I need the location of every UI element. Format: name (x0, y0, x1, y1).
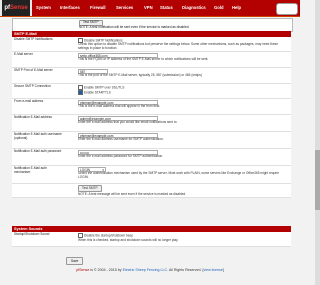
starttls-text: Enable STARTTLS (84, 90, 111, 95)
menu-vpn[interactable]: VPN (144, 0, 153, 16)
starttls-checkbox[interactable] (78, 90, 83, 96)
smtp-port-label: SMTP Port of E-Mail server (14, 68, 53, 72)
menu-gold[interactable]: Gold (214, 0, 224, 16)
footer-close: ] (222, 268, 224, 272)
row-smtp-port: SMTP Port of E-Mail server 587 This is t… (12, 68, 291, 84)
footer-rights: . All Rights Reserved. [ (167, 268, 204, 272)
email-server-desc: This is the FQDN or IP address of the SM… (78, 57, 209, 61)
menu-help[interactable]: Help (232, 0, 241, 16)
menu-interfaces[interactable]: Interfaces (60, 0, 80, 16)
main-menu: System Interfaces Firewall Services VPN … (32, 0, 300, 16)
menu-diagnostics[interactable]: Diagnostics (182, 0, 206, 16)
pfsense-logo[interactable]: pfSense (2, 0, 30, 16)
test-smtp-desc: NOTE: A test message will be sent even i… (78, 192, 187, 196)
row-startup-sound: Startup/Shutdown Sound Disable the start… (12, 232, 291, 247)
row-disable-smtp: Disable SMTP Notifications Disable SMTP … (12, 37, 291, 52)
auth-mechanism-value: LOGIN (80, 168, 90, 172)
menu-services[interactable]: Services (116, 0, 133, 16)
smtp-port-desc: This is the port of the SMTP E-Mail serv… (78, 73, 202, 77)
row-test-smtp: Test SMTP NOTE: A test message will be s… (12, 184, 291, 198)
row-email-server: E-Mail server smtp.office365.com This is… (12, 52, 291, 68)
notification-address-label: Notification E-Mail address (14, 115, 52, 119)
menu-status[interactable]: Status (160, 0, 173, 16)
host-badge (276, 3, 298, 15)
save-button[interactable]: Save (66, 257, 84, 265)
row-secure-smtp: Secure SMTP Connection Enable SMTP over … (12, 84, 291, 99)
auth-mechanism-label: Notification E-Mail auth mechanism (14, 166, 47, 174)
row-auth-username: Notification E-Mail auth username (optio… (12, 132, 291, 149)
footer-owner-link[interactable]: Electric Sheep Fencing LLC (123, 268, 168, 272)
chevron-down-icon: ▾ (102, 168, 104, 172)
footer: pfSense is © 2004 - 2015 by Electric She… (0, 268, 300, 272)
test-smtp-button[interactable]: Test SMTP (78, 185, 102, 192)
auth-username-desc: Enter the e-mail address username for SM… (78, 137, 164, 141)
row-auth-mechanism: Notification E-Mail auth mechanism LOGIN… (12, 166, 291, 184)
row-notification-address: Notification E-Mail address admin@exampl… (12, 115, 291, 132)
from-address-label: From e-mail address (14, 99, 44, 103)
startup-sound-label: Startup/Shutdown Sound (14, 232, 50, 236)
ssl-tls-text: Enable SMTP over SSL/TLS (84, 85, 125, 90)
disable-smtp-desc: Check this option to disable SMTP notifi… (78, 42, 278, 50)
row-auth-password: Notification E-Mail auth password ••••••… (12, 149, 291, 166)
notification-address-desc: Enter the e-mail address that you would … (78, 120, 178, 124)
row-from-address: From e-mail address pfsense@example.com … (12, 99, 291, 115)
auth-mechanism-select[interactable]: LOGIN ▾ (78, 167, 106, 172)
from-address-desc: This is the e-mail address that will app… (78, 104, 161, 108)
disable-beep-desc: When this is checked, startup and shutdo… (78, 238, 179, 242)
footer-brand[interactable]: pfSense (76, 268, 89, 272)
top-bar: pfSense System Interfaces Firewall Servi… (0, 0, 300, 17)
growl-test-panel: Test SMTP NOTE: A test notification will… (12, 18, 293, 32)
disable-smtp-label: Disable SMTP Notifications (14, 37, 53, 41)
auth-username-label: Notification E-Mail auth username (optio… (14, 132, 62, 140)
auth-password-label: Notification E-Mail auth password (14, 149, 62, 153)
footer-text: is © 2004 - 2015 by (89, 268, 123, 272)
email-server-label: E-Mail server (14, 52, 33, 56)
auth-password-desc: Enter the e-mail address password for SM… (78, 154, 164, 158)
growl-test-note: NOTE: A test notification will be sent e… (79, 24, 190, 29)
secure-smtp-label: Secure SMTP Connection (14, 84, 51, 88)
view-license-link[interactable]: view license (203, 268, 222, 272)
page-scrollbar[interactable] (315, 0, 320, 285)
menu-system[interactable]: System (36, 0, 51, 16)
disable-beep-text: Disable the startup/shutdown beep (84, 233, 134, 238)
scrollbar-thumb[interactable] (315, 150, 320, 210)
menu-firewall[interactable]: Firewall (90, 0, 106, 16)
auth-mechanism-desc: Select the authentication mechanism used… (78, 171, 279, 179)
